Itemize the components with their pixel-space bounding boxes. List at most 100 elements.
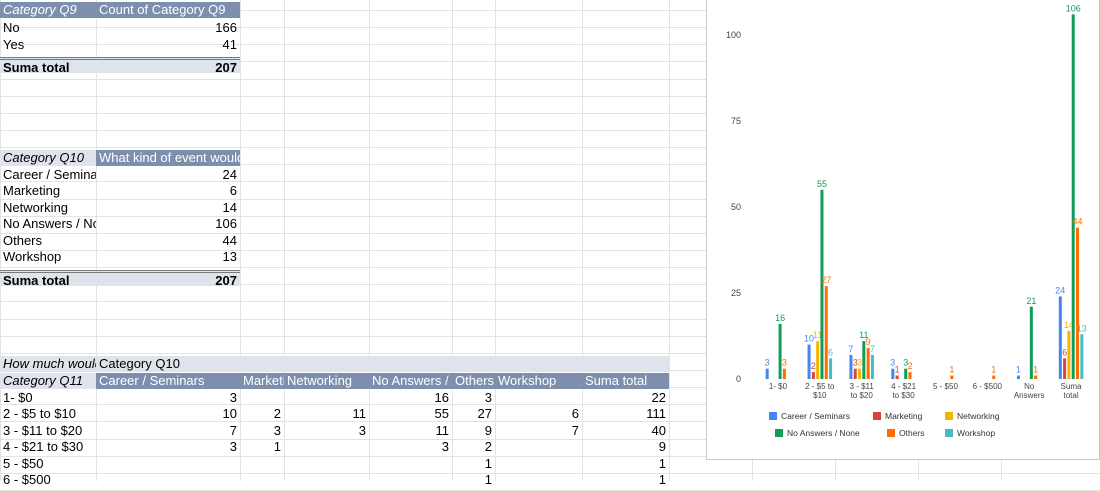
y-tick-label: 100 <box>726 30 741 40</box>
bar-data-label: 24 <box>1055 285 1065 295</box>
q9-header-category[interactable]: Category Q9 <box>0 2 96 18</box>
pivot-cell[interactable] <box>284 472 369 488</box>
chart-panel[interactable]: 0 25 50 75 100 1- $0 3 16 3 2 - $5 to $10 10 2 11 55 27… <box>706 0 1100 460</box>
pivot-cell[interactable]: 3 <box>369 439 452 455</box>
pivot-cell[interactable] <box>284 456 369 472</box>
bar-data-label: 16 <box>775 313 785 323</box>
bar-data-label: 2 <box>811 361 816 371</box>
q10-row-label[interactable]: Networking <box>0 200 96 216</box>
pivot-col-group-label[interactable]: Category Q10 <box>96 356 284 372</box>
bar-data-label: 55 <box>817 179 827 189</box>
q10-total-value[interactable]: 207 <box>96 270 240 286</box>
pivot-cell[interactable] <box>240 472 284 488</box>
pivot-cell[interactable]: 11 <box>284 406 369 422</box>
pivot-cell[interactable]: 2 <box>452 439 495 455</box>
pivot-cell[interactable]: 3 <box>284 423 369 439</box>
pivot-cell[interactable] <box>240 390 284 406</box>
q10-row-value[interactable]: 106 <box>96 216 240 232</box>
pivot-row-label[interactable]: 6 - $500 <box>0 472 96 488</box>
pivot-cell[interactable]: 1 <box>582 472 669 488</box>
pivot-cell[interactable]: 3 <box>96 390 240 406</box>
pivot-cell[interactable]: 3 <box>240 423 284 439</box>
pivot-cell[interactable]: 55 <box>369 406 452 422</box>
q9-header-count[interactable]: Count of Category Q9 <box>96 2 240 18</box>
pivot-row-label[interactable]: 4 - $21 to $30 <box>0 439 96 455</box>
pivot-cell[interactable]: 11 <box>369 423 452 439</box>
pivot-cell[interactable] <box>284 439 369 455</box>
q10-row-value[interactable]: 24 <box>96 167 240 183</box>
pivot-cell[interactable]: 1 <box>240 439 284 455</box>
pivot-row-header[interactable]: Category Q11 <box>0 373 96 389</box>
y-tick-label: 75 <box>731 116 741 126</box>
pivot-cell[interactable]: 16 <box>369 390 452 406</box>
pivot-col-header[interactable]: Marketing <box>240 373 284 389</box>
q10-row-label[interactable]: Others <box>0 233 96 249</box>
q10-row-value[interactable]: 13 <box>96 249 240 265</box>
bar <box>811 372 815 379</box>
pivot-col-header[interactable]: Suma total <box>582 373 669 389</box>
pivot-cell[interactable] <box>495 456 582 472</box>
q10-row-label[interactable]: Workshop <box>0 249 96 265</box>
pivot-cell[interactable]: 1 <box>582 456 669 472</box>
x-tick-label: 4 - $21 <box>891 382 916 391</box>
pivot-col-header[interactable]: No Answers / None <box>369 373 452 389</box>
pivot-col-header[interactable]: Career / Seminars <box>96 373 240 389</box>
q10-header-count[interactable]: What kind of event would <box>96 150 240 166</box>
pivot-cell[interactable] <box>96 456 240 472</box>
q10-row-label[interactable]: Career / Seminars <box>0 167 96 183</box>
pivot-row-label[interactable]: 5 - $50 <box>0 456 96 472</box>
pivot-col-header[interactable]: Others <box>452 373 495 389</box>
q9-total-label[interactable]: Suma total <box>0 57 96 73</box>
pivot-row-label[interactable]: 3 - $11 to $20 <box>0 423 96 439</box>
bar <box>778 323 782 379</box>
q10-row-label[interactable]: No Answers / None <box>0 216 96 232</box>
pivot-cell[interactable]: 10 <box>96 406 240 422</box>
legend-entry: No Answers / None <box>787 428 860 438</box>
bar <box>853 368 857 379</box>
q9-row-label[interactable]: No <box>0 20 96 36</box>
q10-total-label[interactable]: Suma total <box>0 270 96 286</box>
x-tick-label: 5 - $50 <box>933 382 958 391</box>
bar <box>1034 375 1038 379</box>
legend-entry: Workshop <box>957 428 995 438</box>
pivot-cell[interactable]: 7 <box>495 423 582 439</box>
q9-row-label[interactable]: Yes <box>0 37 96 53</box>
q9-row-value[interactable]: 41 <box>96 37 240 53</box>
pivot-cell[interactable]: 1 <box>452 472 495 488</box>
pivot-col-header[interactable]: Networking <box>284 373 369 389</box>
x-tick-label: 6 - $500 <box>973 382 1003 391</box>
pivot-cell[interactable] <box>240 456 284 472</box>
q10-row-value[interactable]: 14 <box>96 200 240 216</box>
pivot-cell[interactable]: 3 <box>96 439 240 455</box>
pivot-cell[interactable]: 111 <box>582 406 669 422</box>
q9-row-value[interactable]: 166 <box>96 20 240 36</box>
pivot-col-header[interactable]: Workshop <box>495 373 582 389</box>
pivot-cell[interactable]: 9 <box>452 423 495 439</box>
pivot-cell[interactable]: 27 <box>452 406 495 422</box>
pivot-cell[interactable] <box>495 439 582 455</box>
pivot-cell[interactable]: 2 <box>240 406 284 422</box>
q10-row-label[interactable]: Marketing <box>0 183 96 199</box>
pivot-row-label[interactable]: 2 - $5 to $10 <box>0 406 96 422</box>
q10-row-value[interactable]: 6 <box>96 183 240 199</box>
pivot-cell[interactable] <box>369 456 452 472</box>
x-tick-label: Suma <box>1061 382 1082 391</box>
pivot-cell[interactable] <box>495 390 582 406</box>
pivot-cell[interactable]: 7 <box>96 423 240 439</box>
pivot-cell[interactable]: 6 <box>495 406 582 422</box>
pivot-cell[interactable]: 22 <box>582 390 669 406</box>
pivot-cell[interactable]: 40 <box>582 423 669 439</box>
q10-row-value[interactable]: 44 <box>96 233 240 249</box>
x-tick-label: to $20 <box>851 391 874 400</box>
pivot-row-label[interactable]: 1- $0 <box>0 390 96 406</box>
pivot-cell[interactable] <box>369 472 452 488</box>
pivot-cell[interactable] <box>495 472 582 488</box>
pivot-cell[interactable]: 9 <box>582 439 669 455</box>
q10-header-category[interactable]: Category Q10 <box>0 150 96 166</box>
pivot-cell[interactable]: 3 <box>452 390 495 406</box>
pivot-corner-label[interactable]: How much would <box>0 356 96 372</box>
q9-total-value[interactable]: 207 <box>96 57 240 73</box>
pivot-cell[interactable]: 1 <box>452 456 495 472</box>
pivot-cell[interactable] <box>96 472 240 488</box>
pivot-cell[interactable] <box>284 390 369 406</box>
